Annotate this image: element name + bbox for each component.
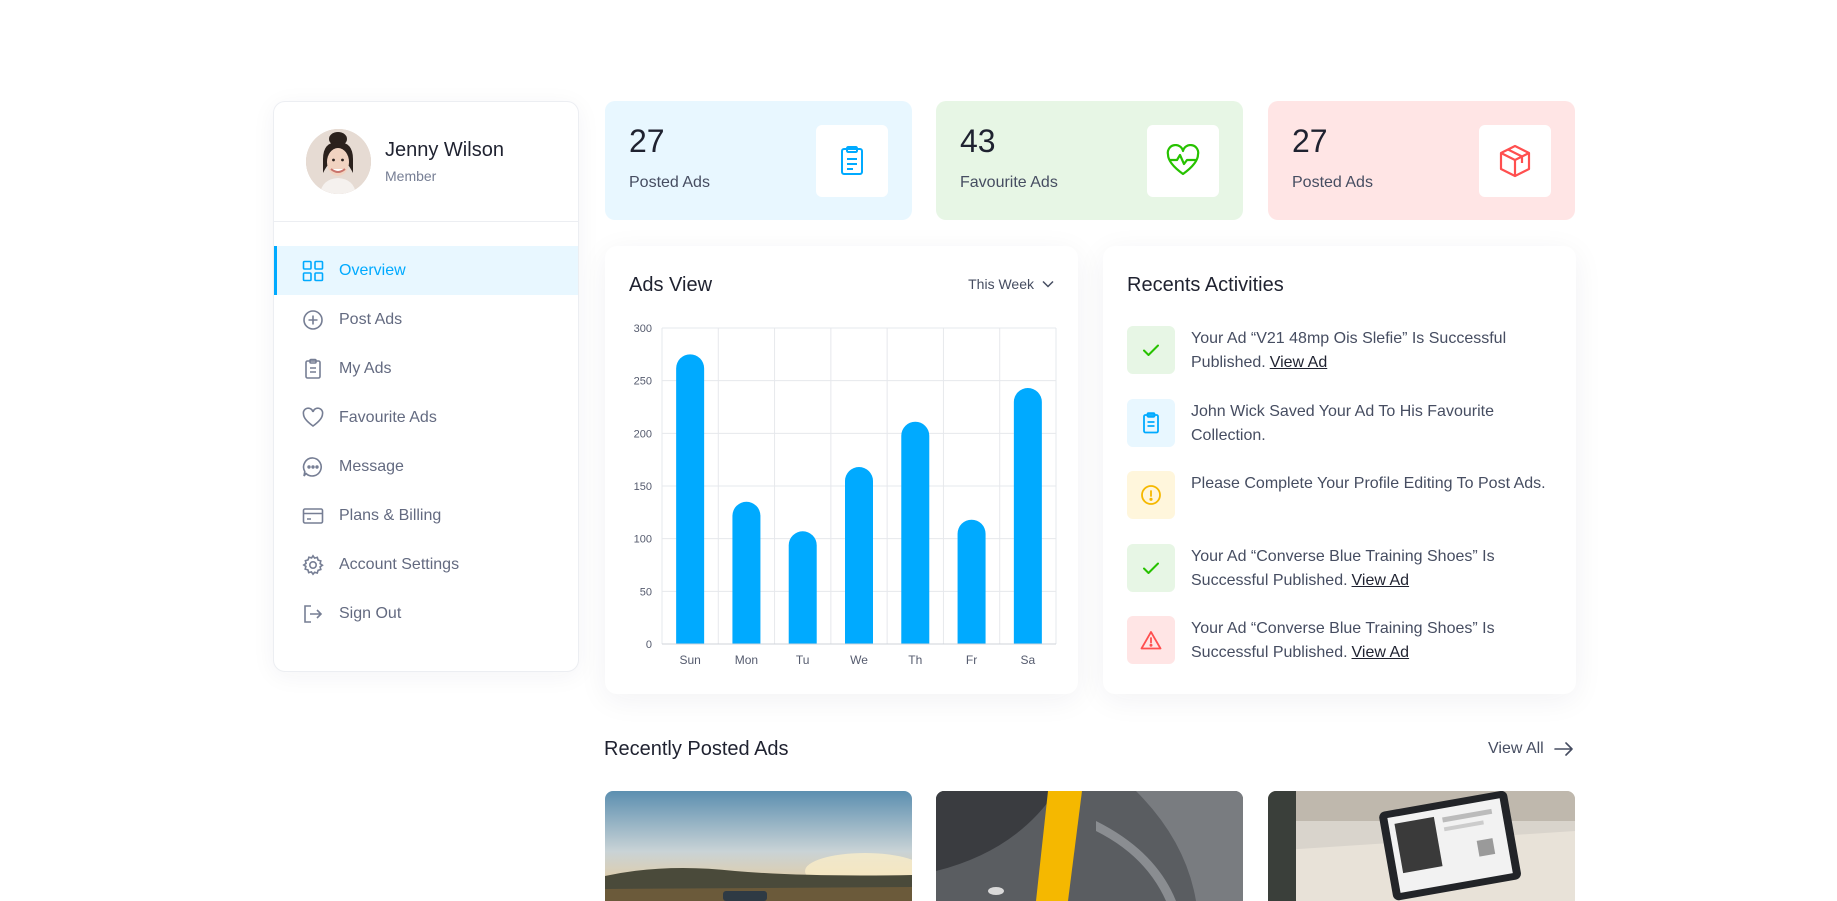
sidebar-nav: Overview Post Ads My Ads Favourite Ads M… [274, 246, 578, 638]
bar-sun [676, 354, 705, 644]
ad-card-image[interactable] [936, 791, 1243, 901]
x-tick-label: Th [908, 653, 922, 667]
bar-sa [1013, 388, 1042, 644]
view-all-link[interactable]: View All [1488, 740, 1574, 758]
sidebar-item-label: Favourite Ads [339, 408, 437, 426]
sidebar-item-label: Post Ads [339, 310, 403, 328]
profile-name: Jenny Wilson [385, 139, 504, 161]
profile-card[interactable]: Jenny Wilson Member [274, 102, 578, 222]
ad-card-image[interactable] [605, 791, 912, 901]
activity-item: Your Ad “V21 48mp Ois Slefie” Is Success… [1127, 326, 1557, 399]
sidebar-item-favourite-ads[interactable]: Favourite Ads [274, 393, 578, 442]
stat-card-posted-ads[interactable]: 27 Posted Ads [605, 101, 912, 220]
gear-icon [301, 553, 325, 577]
avatar [306, 129, 371, 194]
clipboard-icon [301, 357, 325, 381]
activity-text: Your Ad “Converse Blue Training Shoes” I… [1191, 617, 1557, 665]
check-icon [1127, 543, 1175, 592]
sign-out-icon [301, 602, 325, 626]
x-tick-label: Mon [735, 653, 758, 667]
chat-icon [301, 455, 325, 479]
view-ad-link[interactable]: View Ad [1352, 572, 1410, 589]
activity-item: Please Complete Your Profile Editing To … [1127, 471, 1557, 544]
credit-card-icon [301, 504, 325, 528]
warning-icon [1127, 616, 1175, 664]
activity-list: Your Ad “V21 48mp Ois Slefie” Is Success… [1127, 326, 1557, 689]
sidebar-item-message[interactable]: Message [274, 442, 578, 491]
x-tick-label: Sa [1021, 653, 1036, 667]
stat-card-posted-ads-2[interactable]: 27 Posted Ads [1268, 101, 1575, 220]
sidebar: Jenny Wilson Member Overview Post Ads My… [273, 101, 579, 672]
y-tick-label: 250 [634, 376, 652, 388]
sidebar-item-label: Plans & Billing [339, 506, 442, 524]
ads-view-panel: Ads View This Week 0 50 100 150 200 250 300 Sun… [605, 246, 1078, 694]
sidebar-item-sign-out[interactable]: Sign Out [274, 589, 578, 638]
bar-we [845, 467, 873, 644]
recent-activities-title: Recents Activities [1127, 274, 1284, 296]
sidebar-item-my-ads[interactable]: My Ads [274, 344, 578, 393]
sidebar-item-overview[interactable]: Overview [274, 246, 578, 295]
recent-activities-panel: Recents Activities Your Ad “V21 48mp Ois… [1103, 246, 1576, 694]
activity-message: Your Ad “Converse Blue Training Shoes” I… [1191, 547, 1495, 589]
clipboard-icon [816, 125, 888, 197]
heartbeat-icon [1147, 125, 1219, 197]
activity-message: Your Ad “Converse Blue Training Shoes” I… [1191, 620, 1495, 661]
sidebar-item-plans-billing[interactable]: Plans & Billing [274, 491, 578, 540]
activity-text: Please Complete Your Profile Editing To … [1191, 472, 1546, 496]
x-tick-label: Tu [796, 653, 810, 667]
bar-mon [732, 501, 761, 644]
plus-circle-icon [301, 308, 325, 332]
activity-item: John Wick Saved Your Ad To His Favourite… [1127, 398, 1557, 472]
sidebar-item-label: Account Settings [339, 555, 460, 573]
arrow-right-icon [1553, 742, 1573, 756]
grid-icon [301, 259, 325, 283]
sidebar-item-label: Message [339, 457, 404, 475]
sidebar-item-label: My Ads [339, 359, 392, 377]
y-tick-label: 0 [646, 639, 652, 651]
sidebar-item-label: Sign Out [339, 604, 402, 622]
activity-item: Your Ad “Converse Blue Training Shoes” I… [1127, 543, 1557, 617]
bar-th [901, 421, 930, 644]
info-icon [1127, 471, 1175, 519]
x-tick-label: Sun [679, 653, 700, 667]
x-tick-label: We [850, 653, 868, 667]
recent-ads-title: Recently Posted Ads [604, 738, 789, 760]
sidebar-item-label: Overview [339, 261, 406, 279]
ad-card-image[interactable] [1268, 791, 1575, 901]
ads-view-chart: 0 50 100 150 200 250 300 Sun Mon Tu We Th Fr Sa [634, 323, 1057, 667]
y-tick-label: 200 [634, 428, 652, 440]
package-icon [1479, 125, 1551, 197]
view-ad-link[interactable]: View Ad [1270, 354, 1328, 371]
activity-item: Your Ad “Converse Blue Training Shoes” I… [1127, 616, 1557, 689]
check-icon [1127, 326, 1175, 374]
x-tick-label: Fr [966, 653, 977, 667]
bar-tu [788, 531, 817, 644]
sidebar-item-post-ads[interactable]: Post Ads [274, 295, 578, 344]
clipboard-icon [1127, 398, 1175, 447]
activity-text: John Wick Saved Your Ad To His Favourite… [1191, 400, 1557, 448]
activity-text: Your Ad “V21 48mp Ois Slefie” Is Success… [1191, 327, 1557, 375]
y-tick-label: 50 [640, 586, 652, 598]
y-tick-label: 150 [634, 481, 652, 493]
activity-message: Your Ad “V21 48mp Ois Slefie” Is Success… [1191, 330, 1507, 371]
sidebar-item-account-settings[interactable]: Account Settings [274, 540, 578, 589]
stat-card-favourite-ads[interactable]: 43 Favourite Ads [936, 101, 1243, 220]
activity-text: Your Ad “Converse Blue Training Shoes” I… [1191, 545, 1557, 593]
activity-message: Please Complete Your Profile Editing To … [1191, 475, 1546, 492]
view-all-label: View All [1488, 740, 1544, 757]
bar-fr [957, 519, 986, 644]
y-tick-label: 100 [634, 534, 652, 546]
profile-role: Member [385, 168, 437, 184]
activity-message: John Wick Saved Your Ad To His Favourite… [1191, 402, 1494, 444]
heart-icon [301, 406, 325, 430]
view-ad-link[interactable]: View Ad [1352, 644, 1410, 661]
y-tick-label: 300 [634, 323, 652, 335]
